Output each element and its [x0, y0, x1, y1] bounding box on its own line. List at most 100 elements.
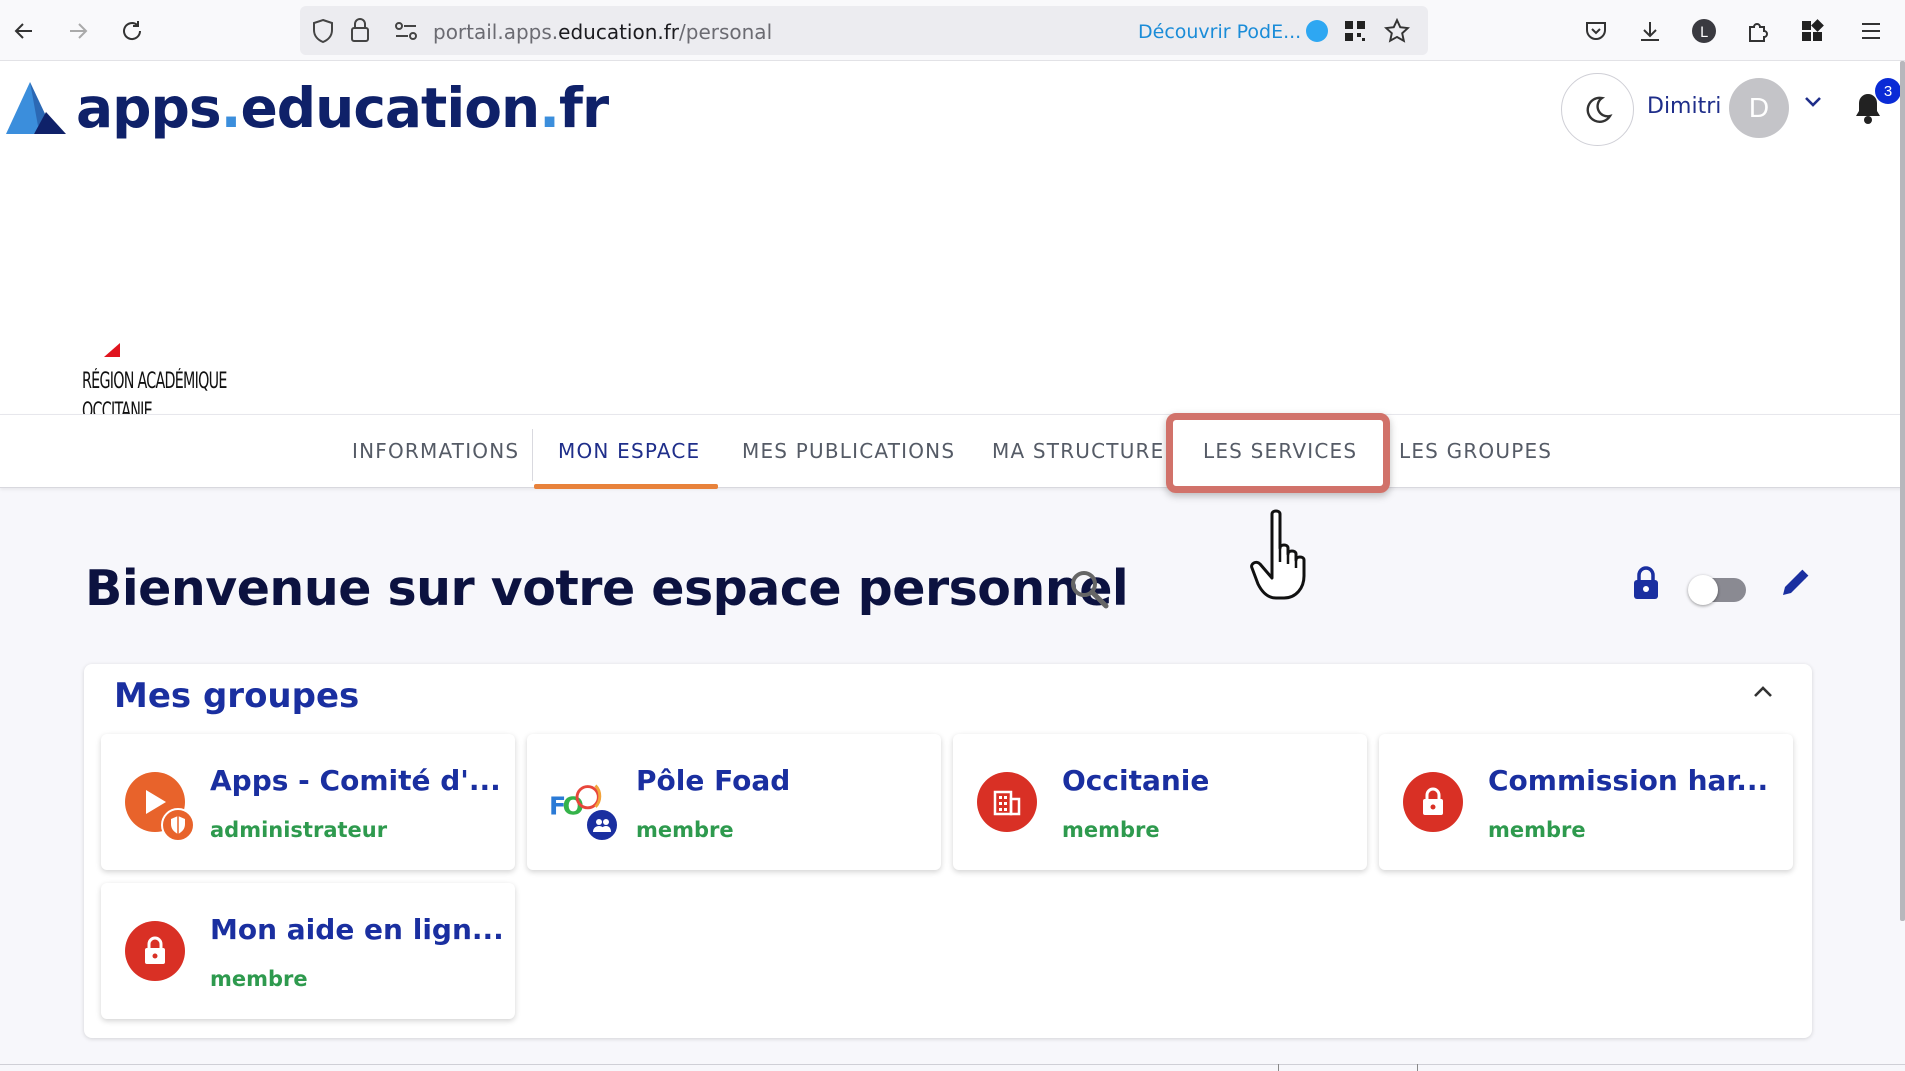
pocket-button[interactable]	[1578, 13, 1614, 49]
members-icon	[585, 808, 619, 842]
avatar[interactable]: D	[1729, 78, 1789, 138]
active-tab-indicator	[534, 484, 718, 489]
user-name[interactable]: Dimitri	[1647, 94, 1721, 119]
logo-word-fr: fr	[559, 76, 609, 140]
forward-button[interactable]	[60, 13, 96, 49]
group-role: membre	[1062, 818, 1160, 842]
pencil-icon	[1783, 569, 1809, 595]
lock-glyph	[1423, 787, 1443, 815]
group-role: membre	[1488, 818, 1586, 842]
search-button[interactable]	[1068, 568, 1110, 615]
red-flag-icon	[104, 343, 120, 357]
bottom-divider-mark	[1278, 1064, 1279, 1071]
menu-button[interactable]	[1853, 13, 1889, 49]
shield-icon[interactable]	[311, 18, 335, 44]
group-card[interactable]: Apps - Comité d'... administrateur	[101, 734, 515, 870]
moon-icon	[1586, 96, 1613, 123]
downloads-button[interactable]	[1632, 13, 1668, 49]
dark-mode-toggle[interactable]	[1561, 73, 1634, 146]
tab-ma-structure[interactable]: MA STRUCTURE	[992, 439, 1165, 463]
group-name: Pôle Foad	[636, 764, 791, 797]
group-card[interactable]: Occitanie membre	[953, 734, 1367, 870]
bookmark-star-icon[interactable]	[1384, 18, 1410, 44]
tab-les-groupes[interactable]: LES GROUPES	[1399, 439, 1552, 463]
forward-arrow-icon	[70, 23, 88, 39]
url-prefix: portail.apps.	[433, 20, 559, 44]
chevron-down-icon	[1805, 97, 1821, 107]
chevron-up-icon	[1754, 686, 1772, 697]
logo-dot: .	[220, 76, 242, 140]
user-menu-chevron[interactable]	[1803, 95, 1823, 114]
admin-shield-icon	[161, 808, 195, 842]
notification-count-badge: 3	[1875, 78, 1901, 104]
tab-informations[interactable]: INFORMATIONS	[352, 439, 519, 463]
lock-glyph	[145, 936, 165, 964]
groups-title: Mes groupes	[114, 676, 360, 716]
qr-code-icon[interactable]	[1343, 19, 1367, 43]
triangle-logo-icon	[6, 82, 66, 134]
url-text[interactable]: portail.apps.education.fr/personal	[433, 20, 772, 44]
my-groups-panel: Mes groupes Apps - Comité d'... administ…	[84, 664, 1812, 1038]
group-card[interactable]: Mon aide en lign... membre	[101, 883, 515, 1019]
account-button[interactable]: L	[1686, 13, 1722, 49]
tab-divider	[532, 429, 533, 481]
highlight-annotation	[1166, 413, 1390, 493]
extension-dot-icon[interactable]	[1306, 20, 1328, 42]
building-icon	[977, 772, 1037, 832]
lock-icon	[125, 921, 185, 981]
lock-icon	[1403, 772, 1463, 832]
group-card[interactable]: F O Pôle Foad membre	[527, 734, 941, 870]
building-glyph	[993, 790, 1021, 816]
logo-text: apps.education.fr	[76, 76, 609, 140]
reload-button[interactable]	[114, 13, 150, 49]
group-role: membre	[636, 818, 734, 842]
logo-word-apps: apps	[76, 76, 222, 140]
region-line-1: RÉGION ACADÉMIQUE	[82, 369, 227, 394]
bottom-divider	[0, 1064, 1905, 1065]
tab-mes-publications[interactable]: MES PUBLICATIONS	[742, 439, 955, 463]
group-name: Commission har...	[1488, 764, 1769, 797]
apps-education-logo[interactable]: apps.education.fr	[4, 73, 609, 143]
site-header: apps.education.fr Dimitri D 3	[0, 61, 1905, 415]
account-l-icon: L	[1692, 19, 1716, 43]
hand-pointer-cursor	[1248, 508, 1320, 607]
tab-mon-espace[interactable]: MON ESPACE	[558, 439, 700, 463]
reload-icon	[123, 21, 142, 40]
group-name: Mon aide en lign...	[210, 913, 504, 946]
hamburger-icon	[1862, 23, 1880, 39]
main-tabs: INFORMATIONS MON ESPACE MES PUBLICATIONS…	[0, 414, 1905, 489]
edit-mode-toggle[interactable]	[1688, 575, 1746, 605]
group-role: membre	[210, 967, 308, 991]
back-button[interactable]	[6, 13, 42, 49]
group-name: Occitanie	[1062, 764, 1210, 797]
collapse-groups-button[interactable]	[1752, 684, 1774, 705]
shield-small	[171, 816, 185, 834]
extensions-button[interactable]	[1740, 13, 1776, 49]
group-card[interactable]: Commission har... membre	[1379, 734, 1793, 870]
page-scrollbar[interactable]	[1900, 61, 1905, 921]
pocket-icon	[1586, 22, 1606, 40]
group-role: administrateur	[210, 818, 388, 842]
avatar-initial: D	[1748, 92, 1770, 123]
logo-dot: .	[539, 76, 560, 140]
podeduc-extension-link[interactable]: Découvrir PodE...	[1138, 21, 1301, 43]
hand-cursor-icon	[1250, 509, 1306, 600]
search-icon	[1071, 571, 1109, 609]
apps-grid-button[interactable]	[1794, 13, 1830, 49]
lock-layout-button[interactable]	[1632, 566, 1660, 605]
download-icon	[1641, 22, 1659, 41]
back-arrow-icon	[14, 23, 32, 39]
puzzle-icon	[1749, 23, 1768, 42]
svg-text:L: L	[1700, 25, 1708, 41]
url-path: /personal	[679, 20, 773, 44]
group-name: Apps - Comité d'...	[210, 764, 501, 797]
page-title: Bienvenue sur votre espace personnel	[85, 560, 1129, 617]
address-bar[interactable]: portail.apps.education.fr/personal Décou…	[300, 6, 1428, 55]
url-domain: education.fr	[558, 20, 680, 44]
apps-grid-icon	[1802, 19, 1824, 41]
padlock-icon[interactable]	[350, 17, 370, 43]
edit-button[interactable]	[1780, 568, 1810, 603]
browser-toolbar: portail.apps.education.fr/personal Décou…	[0, 0, 1905, 61]
play-triangle	[146, 790, 166, 814]
site-permissions-icon[interactable]	[394, 21, 418, 41]
